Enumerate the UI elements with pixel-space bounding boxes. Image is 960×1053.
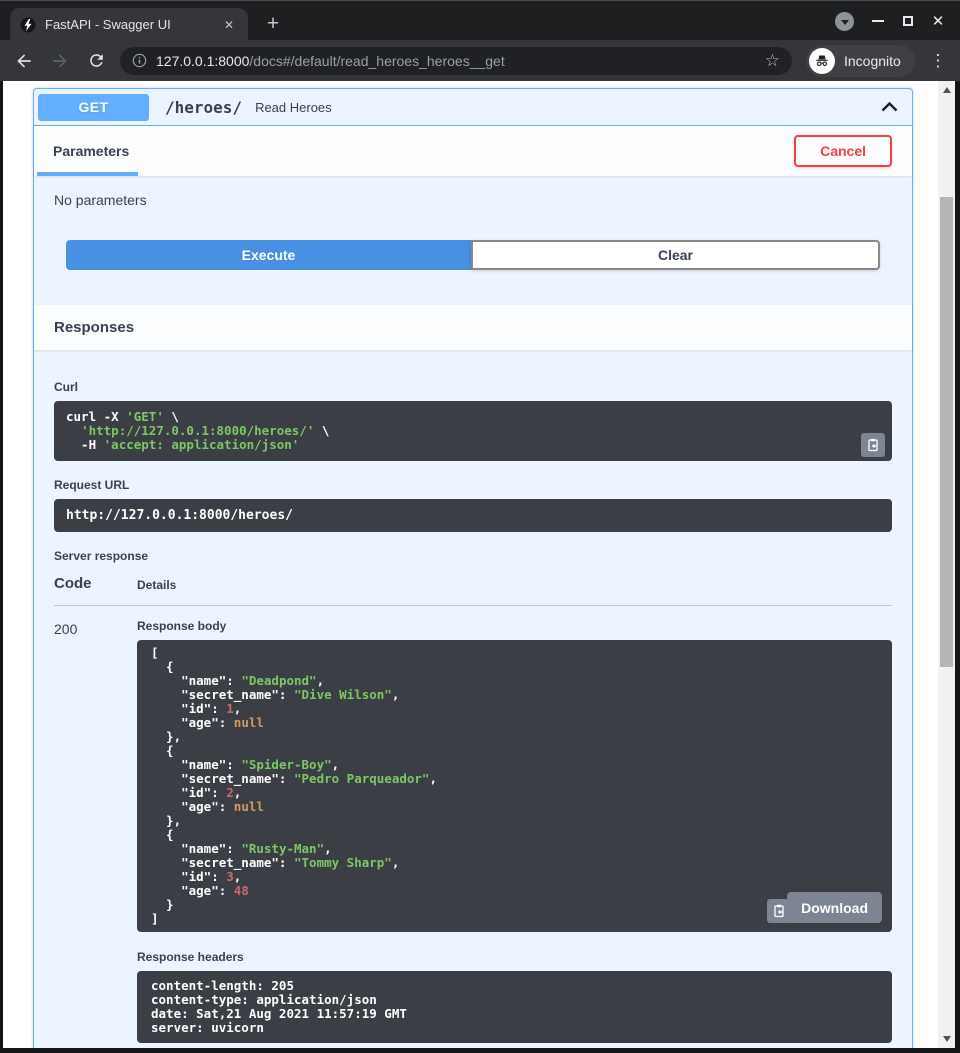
- parameters-section-header: Parameters Cancel: [34, 126, 912, 176]
- table-header-row: Code Details: [54, 567, 892, 606]
- chevron-down-icon: [841, 20, 849, 25]
- server-response-label: Server response: [54, 549, 892, 563]
- execute-row: Execute Clear: [66, 240, 880, 270]
- tab-close-icon[interactable]: ✕: [220, 16, 238, 34]
- request-url-label: Request URL: [54, 478, 892, 492]
- curl-label: Curl: [54, 380, 892, 394]
- method-badge: GET: [38, 94, 149, 121]
- clear-button[interactable]: Clear: [471, 240, 880, 270]
- response-details: Response body [ { "name": "Deadpond", "s…: [137, 619, 892, 1043]
- code-column-header: Code: [54, 575, 137, 592]
- close-window-button[interactable]: ✕: [928, 11, 948, 31]
- responses-title: Responses: [54, 319, 134, 336]
- url-text: 127.0.0.1:8000/docs#/default/read_heroes…: [156, 53, 765, 69]
- endpoint-summary: Read Heroes: [255, 100, 881, 115]
- back-button[interactable]: [12, 49, 36, 73]
- copy-to-clipboard-button[interactable]: [861, 433, 885, 457]
- tab-search-button[interactable]: [835, 12, 854, 31]
- incognito-label: Incognito: [844, 53, 901, 69]
- parameters-title: Parameters: [53, 143, 129, 159]
- maximize-button[interactable]: [898, 11, 918, 31]
- request-url-value: http://127.0.0.1:8000/heroes/: [66, 508, 293, 523]
- minimize-button[interactable]: [868, 11, 888, 31]
- site-info-icon[interactable]: [132, 53, 147, 68]
- page-scrollbar[interactable]: [938, 81, 955, 1048]
- tab-title: FastAPI - Swagger UI: [45, 17, 220, 32]
- no-parameters-text: No parameters: [54, 192, 892, 208]
- cancel-button[interactable]: Cancel: [794, 135, 892, 167]
- browser-menu-button[interactable]: ⋮: [928, 51, 948, 71]
- response-headers-label: Response headers: [137, 950, 892, 964]
- opblock-get-heroes: GET /heroes/ Read Heroes Parameters Canc…: [33, 88, 913, 1048]
- incognito-badge: Incognito: [806, 45, 915, 77]
- parameters-body: No parameters: [34, 176, 912, 208]
- browser-toolbar: 127.0.0.1:8000/docs#/default/read_heroes…: [0, 40, 960, 81]
- collapse-chevron-up-icon[interactable]: [881, 102, 898, 112]
- status-code: 200: [54, 619, 137, 1043]
- response-body-block: [ { "name": "Deadpond", "secret_name": "…: [137, 640, 892, 932]
- fastapi-favicon-icon: [20, 17, 36, 33]
- scroll-up-arrow-icon[interactable]: [943, 87, 951, 93]
- active-tab-underline: [37, 172, 138, 176]
- bookmark-star-icon[interactable]: ☆: [765, 52, 780, 69]
- url-path: /docs#/default/read_heroes_heroes__get: [249, 53, 504, 69]
- response-headers-block: content-length: 205content-type: applica…: [137, 971, 892, 1043]
- scrollbar-thumb[interactable]: [940, 197, 953, 667]
- incognito-icon: [809, 48, 835, 74]
- opblock-summary[interactable]: GET /heroes/ Read Heroes: [34, 89, 912, 126]
- tab-strip: FastAPI - Swagger UI ✕ + ✕: [0, 0, 960, 40]
- browser-tab[interactable]: FastAPI - Swagger UI ✕: [10, 8, 248, 41]
- url-host: 127.0.0.1:8000: [156, 53, 249, 69]
- request-url-block: http://127.0.0.1:8000/heroes/: [54, 499, 892, 532]
- responses-body: Curl curl -X 'GET' \ 'http://127.0.0.1:8…: [34, 350, 912, 1048]
- endpoint-path: /heroes/: [165, 98, 242, 117]
- reload-button[interactable]: [84, 49, 108, 73]
- download-button[interactable]: Download: [787, 892, 882, 923]
- details-column-header: Details: [137, 578, 176, 592]
- response-body-label: Response body: [137, 619, 892, 633]
- curl-command-text: curl -X 'GET' \ 'http://127.0.0.1:8000/h…: [66, 410, 880, 452]
- response-body-json: [ { "name": "Deadpond", "secret_name": "…: [151, 646, 878, 926]
- scroll-down-arrow-icon[interactable]: [943, 1036, 951, 1042]
- table-row: 200 Response body [ { "name": "Deadpond"…: [54, 606, 892, 1043]
- url-bar[interactable]: 127.0.0.1:8000/docs#/default/read_heroes…: [120, 47, 792, 75]
- execute-button[interactable]: Execute: [66, 240, 471, 270]
- responses-section-header: Responses: [34, 305, 912, 350]
- response-headers-text: content-length: 205content-type: applica…: [151, 979, 878, 1035]
- server-response-table: Code Details 200 Response body [ { "name…: [54, 567, 892, 1043]
- new-tab-button[interactable]: +: [260, 11, 286, 37]
- swagger-page: GET /heroes/ Read Heroes Parameters Canc…: [3, 81, 938, 1048]
- forward-button[interactable]: [48, 49, 72, 73]
- tab-parameters[interactable]: Parameters: [37, 126, 138, 176]
- curl-command-block: curl -X 'GET' \ 'http://127.0.0.1:8000/h…: [54, 401, 892, 461]
